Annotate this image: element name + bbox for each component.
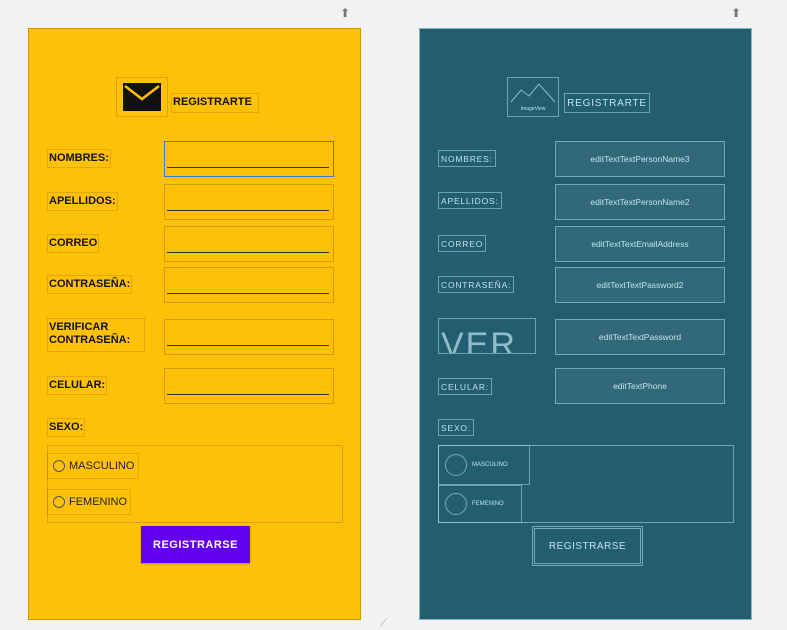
input-nombres[interactable]	[164, 141, 334, 177]
blueprint-label-sexo: SEXO:	[438, 419, 474, 436]
blueprint-label-correo: CORREO	[438, 235, 487, 252]
radio-circle-icon	[53, 460, 65, 472]
input-verificar-contrasena[interactable]	[164, 319, 334, 355]
label-nombres: NOMBRES:	[47, 149, 111, 168]
label-contrasena: CONTRASEÑA:	[47, 275, 133, 294]
blueprint-label-nombres: NOMBRES:	[438, 150, 496, 167]
blueprint-radio-masculino[interactable]: MASCULINO	[438, 445, 530, 485]
radio-circle-icon	[53, 496, 65, 508]
blueprint-input-verificar[interactable]: editTextTextPassword	[555, 319, 725, 355]
blueprint-input-nombres[interactable]: editTextTextPersonName3	[555, 141, 725, 177]
blueprint-input-correo[interactable]: editTextTextEmailAddress	[555, 226, 725, 262]
blueprint-label-celular: CELULAR:	[438, 378, 492, 395]
image-view-label: ImageView	[520, 106, 546, 112]
radio-femenino-label: FEMENINO	[69, 496, 128, 508]
label-verificar-line1: VERIFICAR	[49, 321, 109, 333]
blueprint-label-contrasena: CONTRASEÑA:	[438, 276, 515, 293]
input-celular[interactable]	[164, 368, 334, 404]
blueprint-registrarse-button[interactable]: REGISTRARSE	[532, 526, 643, 566]
blueprint-radio-femenino[interactable]: FEMENINO	[438, 485, 522, 523]
radio-circle-icon	[445, 454, 467, 476]
input-apellidos[interactable]	[164, 184, 334, 220]
label-apellidos: APELLIDOS:	[47, 192, 118, 211]
blueprint-image-view[interactable]: ImageView	[507, 77, 559, 117]
registrarse-button[interactable]: REGISTRARSE	[141, 526, 250, 563]
label-sexo: SEXO:	[47, 418, 86, 437]
blueprint-preview-panel: ImageView REGISTRARTE NOMBRES: editTextT…	[419, 28, 752, 620]
blueprint-input-apellidos[interactable]: editTextTextPersonName2	[555, 184, 725, 220]
header-image[interactable]	[116, 77, 168, 117]
blueprint-input-contrasena[interactable]: editTextTextPassword2	[555, 267, 725, 303]
pin-icon: ⬆	[731, 6, 742, 20]
mail-icon	[123, 83, 161, 111]
blueprint-radio-femenino-label: FEMENINO	[472, 501, 504, 507]
blueprint-label-verificar: VER	[438, 318, 536, 354]
blueprint-header-title: REGISTRARTE	[564, 93, 650, 113]
resize-handle-icon[interactable]: ⟋	[380, 618, 387, 629]
radio-femenino[interactable]: FEMENINO	[47, 489, 131, 515]
input-correo[interactable]	[164, 226, 334, 262]
radio-masculino[interactable]: MASCULINO	[47, 453, 139, 479]
radio-masculino-label: MASCULINO	[69, 460, 135, 472]
image-placeholder-icon	[510, 83, 556, 103]
input-contrasena[interactable]	[164, 267, 334, 303]
pin-icon: ⬆	[340, 6, 351, 20]
blueprint-label-apellidos: APELLIDOS:	[438, 192, 502, 209]
header-title: REGISTRARTE	[171, 93, 259, 113]
label-celular: CELULAR:	[47, 376, 108, 395]
label-verificar-contrasena: VERIFICAR CONTRASEÑA:	[47, 318, 145, 352]
blueprint-radio-masculino-label: MASCULINO	[472, 462, 508, 468]
label-correo: CORREO	[47, 234, 100, 253]
design-preview-panel: REGISTRARTE NOMBRES: APELLIDOS: CORREO C…	[28, 28, 361, 620]
radio-circle-icon	[445, 493, 467, 515]
label-verificar-line2: CONTRASEÑA:	[49, 334, 131, 346]
blueprint-input-celular[interactable]: editTextPhone	[555, 368, 725, 404]
blueprint-label-verificar-text: VER	[441, 326, 517, 354]
